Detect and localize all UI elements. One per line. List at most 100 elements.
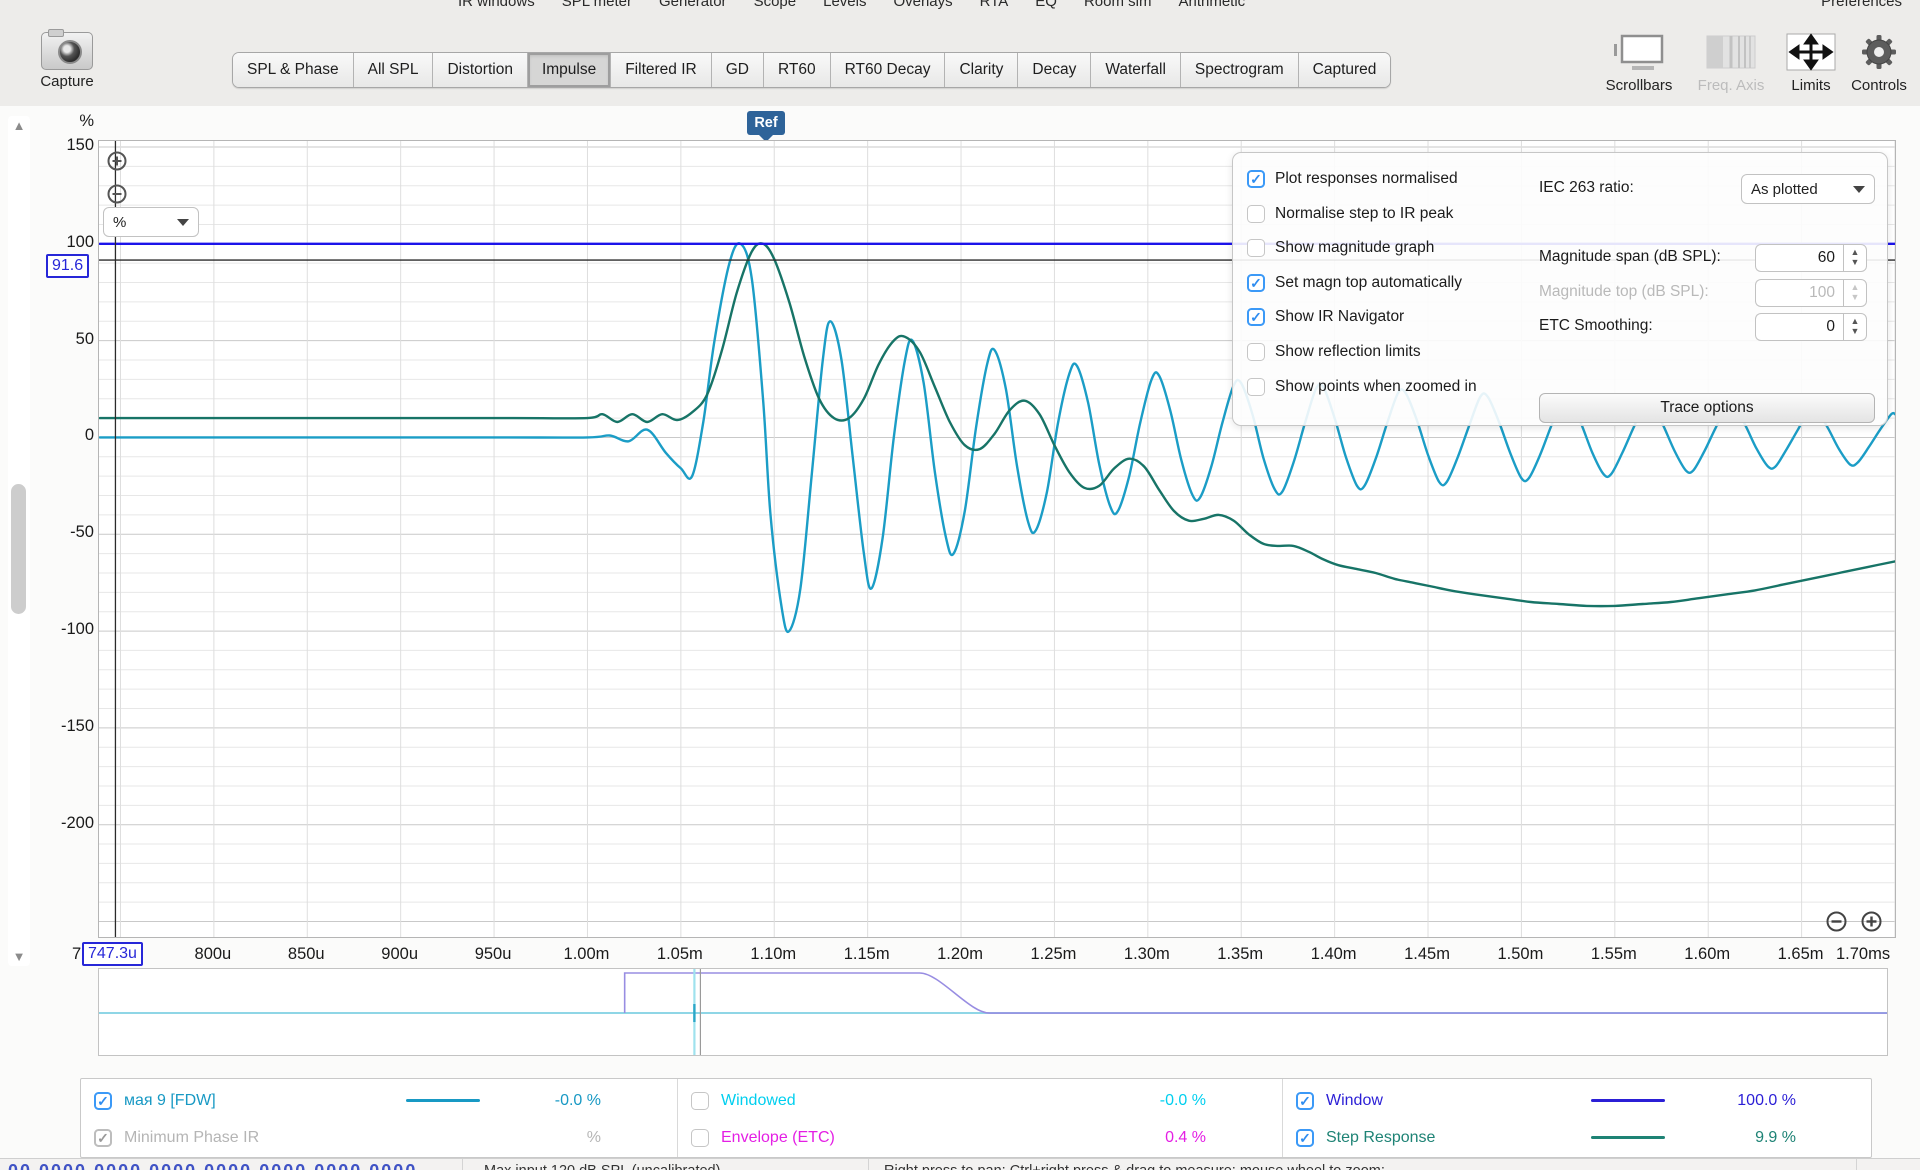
legend-row-window: ✓ Window 100.0 %: [1283, 1082, 1872, 1119]
x-tick-label: 1.05m: [657, 945, 703, 964]
etc-smoothing-spinner[interactable]: 0 ▲▼: [1755, 313, 1867, 341]
checkbox-show-reflection-limits[interactable]: [1247, 343, 1265, 361]
legend-checkbox[interactable]: ✓: [94, 1129, 112, 1147]
freq-axis-button: Freq. Axis: [1688, 30, 1774, 94]
legend-label: Envelope (ETC): [721, 1129, 835, 1147]
y-cursor-value[interactable]: 91.6: [46, 254, 89, 278]
legend-checkbox[interactable]: ✓: [1296, 1129, 1314, 1147]
checkbox-label: Show reflection limits: [1275, 343, 1421, 361]
checkbox-label: Show points when zoomed in: [1275, 378, 1477, 396]
checkbox-normalise-step-to-ir-peak[interactable]: [1247, 205, 1265, 223]
trace-options-button[interactable]: Trace options: [1539, 393, 1875, 423]
menu-item-levels[interactable]: Levels: [823, 0, 866, 10]
magnitude-span-value[interactable]: 60: [1755, 244, 1843, 272]
y-tick-label: 0: [36, 426, 94, 445]
checkbox-set-magn-top-automatically[interactable]: ✓: [1247, 274, 1265, 292]
tab-all-spl[interactable]: All SPL: [354, 53, 434, 87]
tab-captured[interactable]: Captured: [1299, 53, 1391, 87]
vertical-scrollbar[interactable]: ▲ ▼: [8, 116, 30, 966]
ir-navigator[interactable]: [98, 968, 1888, 1056]
checkbox-label: Set magn top automatically: [1275, 274, 1462, 292]
y-unit-selector[interactable]: %: [103, 207, 199, 237]
tab-rt60[interactable]: RT60: [764, 53, 831, 87]
menu-item-rta[interactable]: RTA: [980, 0, 1009, 10]
tab-impulse[interactable]: Impulse: [528, 53, 611, 87]
magnitude-span-label: Magnitude span (dB SPL):: [1539, 248, 1721, 266]
tab-clarity[interactable]: Clarity: [945, 53, 1018, 87]
capture-button[interactable]: Capture: [28, 32, 106, 90]
y-unit-selector-value: %: [113, 214, 126, 231]
checkbox-plot-responses-normalised[interactable]: ✓: [1247, 170, 1265, 188]
tab-rt60-decay[interactable]: RT60 Decay: [831, 53, 946, 87]
menu-item-arithmetic[interactable]: Arithmetic: [1178, 0, 1245, 10]
tab-spectrogram[interactable]: Spectrogram: [1181, 53, 1299, 87]
legend-label: Minimum Phase IR: [124, 1129, 259, 1147]
y-tick-label: 100: [36, 233, 94, 252]
legend-checkbox[interactable]: [691, 1092, 709, 1110]
x-tick-label: 1.15m: [844, 945, 890, 964]
menu-item-ir-windows[interactable]: IR windows: [458, 0, 535, 10]
legend-value: 0.4 %: [1165, 1129, 1206, 1147]
tab-distortion[interactable]: Distortion: [433, 53, 527, 87]
checkbox-label: Normalise step to IR peak: [1275, 205, 1453, 223]
magnitude-span-spinner[interactable]: 60 ▲▼: [1755, 244, 1867, 272]
graph-area: ▲ ▼ % 150100500-50-100-150-200 800u850u9…: [0, 106, 1920, 1158]
checkbox-show-points-when-zoomed-in[interactable]: [1247, 378, 1265, 396]
menu-item-spl-meter[interactable]: SPL meter: [562, 0, 632, 10]
capture-label: Capture: [28, 73, 106, 90]
x-tick-label: 1.45m: [1404, 945, 1450, 964]
menu-item-eq[interactable]: EQ: [1035, 0, 1057, 10]
menu-item-overlays[interactable]: Overlays: [893, 0, 952, 10]
tab-decay[interactable]: Decay: [1018, 53, 1091, 87]
zoom-in-x-button[interactable]: [1861, 911, 1881, 931]
x-tick-label: 1.40m: [1311, 945, 1357, 964]
ref-marker[interactable]: Ref: [747, 111, 785, 135]
x-cursor-value[interactable]: 747.3u: [82, 942, 143, 966]
x-tick-label: 1.10m: [750, 945, 796, 964]
magnitude-top-spinner: 100 ▲▼: [1755, 279, 1867, 307]
menu-item-scope[interactable]: Scope: [754, 0, 797, 10]
x-tick-label: 800u: [195, 945, 232, 964]
menu-items: IR windows SPL meter Generator Scope Levels O…: [458, 0, 1245, 10]
tab-spl-phase[interactable]: SPL & Phase: [233, 53, 354, 87]
menu-item-preferences[interactable]: Preferences: [1821, 0, 1902, 10]
scrollbar-thumb[interactable]: [11, 484, 26, 614]
graph-controls-panel: ✓Plot responses normalisedNormalise step…: [1232, 152, 1888, 426]
tab-filtered-ir[interactable]: Filtered IR: [611, 53, 712, 87]
controls-button[interactable]: Controls: [1846, 30, 1912, 94]
spinner-arrows-icon[interactable]: ▲▼: [1843, 244, 1867, 272]
menu-bar: IR windows SPL meter Generator Scope Levels O…: [0, 0, 1920, 13]
limits-icon: [1780, 30, 1842, 74]
x-tick-label: 850u: [288, 945, 325, 964]
scroll-up-icon[interactable]: ▲: [8, 118, 30, 133]
menu-item-room-sim[interactable]: Room sim: [1084, 0, 1152, 10]
legend-row-envelope-etc-: Envelope (ETC) 0.4 %: [678, 1119, 1282, 1156]
tab-waterfall[interactable]: Waterfall: [1091, 53, 1181, 87]
zoom-out-x-button[interactable]: [1826, 911, 1846, 931]
chevron-down-icon: [177, 219, 189, 232]
camera-icon: [41, 32, 93, 70]
tab-gd[interactable]: GD: [712, 53, 764, 87]
legend-checkbox[interactable]: ✓: [94, 1092, 112, 1110]
iec-ratio-select[interactable]: As plotted: [1741, 174, 1875, 204]
checkbox-show-ir-navigator[interactable]: ✓: [1247, 308, 1265, 326]
x-tick-label: 1.30m: [1124, 945, 1170, 964]
legend-checkbox[interactable]: [691, 1129, 709, 1147]
scroll-down-icon[interactable]: ▼: [8, 949, 30, 964]
legend-label: Window: [1326, 1092, 1383, 1110]
limits-button[interactable]: Limits: [1780, 30, 1842, 94]
scrollbars-button[interactable]: Scrollbars: [1596, 30, 1682, 94]
spinner-arrows-icon[interactable]: ▲▼: [1843, 313, 1867, 341]
legend-value: -0.0 %: [1160, 1092, 1206, 1110]
zoom-in-y-button[interactable]: [107, 151, 127, 171]
legend-checkbox[interactable]: ✓: [1296, 1092, 1314, 1110]
etc-smoothing-value[interactable]: 0: [1755, 313, 1843, 341]
checkbox-label: Show magnitude graph: [1275, 239, 1434, 257]
zoom-out-y-button[interactable]: [107, 184, 127, 204]
checkbox-show-magnitude-graph[interactable]: [1247, 239, 1265, 257]
menu-item-generator[interactable]: Generator: [659, 0, 727, 10]
sample-counter: 00 0000 0000 0000 0000 0000 0000 0000: [8, 1161, 417, 1170]
legend-value: 100.0 %: [1737, 1092, 1796, 1110]
toolbar: Capture SPL & PhaseAll SPLDistortionImpu…: [0, 14, 1920, 106]
chevron-down-icon: [1853, 186, 1865, 199]
